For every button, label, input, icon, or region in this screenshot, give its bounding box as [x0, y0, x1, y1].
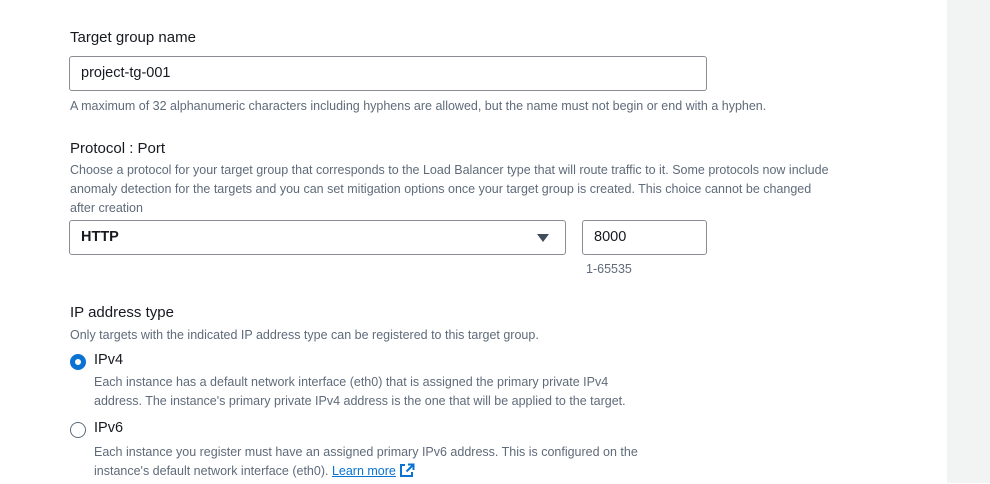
- port-hint: 1-65535: [586, 262, 632, 276]
- target-group-name-hint: A maximum of 32 alphanumeric characters …: [70, 99, 767, 113]
- protocol-select-value: HTTP: [81, 229, 119, 245]
- protocol-port-label: Protocol : Port: [70, 140, 166, 157]
- ipv4-label[interactable]: IPv4: [94, 352, 123, 368]
- ip-address-type-label: IP address type: [70, 304, 174, 321]
- learn-more-link[interactable]: Learn more: [332, 463, 415, 478]
- ipv6-description: Each instance you register must have an …: [94, 443, 638, 484]
- port-input[interactable]: 8000: [582, 220, 707, 255]
- target-group-name-label: Target group name: [70, 29, 196, 46]
- ipv6-radio[interactable]: [70, 422, 86, 438]
- target-group-name-input[interactable]: project-tg-001: [69, 56, 707, 91]
- ip-address-type-description: Only targets with the indicated IP addre…: [70, 328, 539, 342]
- protocol-port-description: Choose a protocol for your target group …: [70, 163, 829, 215]
- protocol-select[interactable]: HTTP: [69, 220, 566, 255]
- side-panel: [947, 0, 990, 483]
- caret-down-icon: [537, 234, 549, 242]
- ipv6-label[interactable]: IPv6: [94, 420, 123, 436]
- external-link-icon: [399, 463, 415, 484]
- ipv4-description: Each instance has a default network inte…: [94, 375, 626, 408]
- ipv4-radio[interactable]: [70, 354, 86, 370]
